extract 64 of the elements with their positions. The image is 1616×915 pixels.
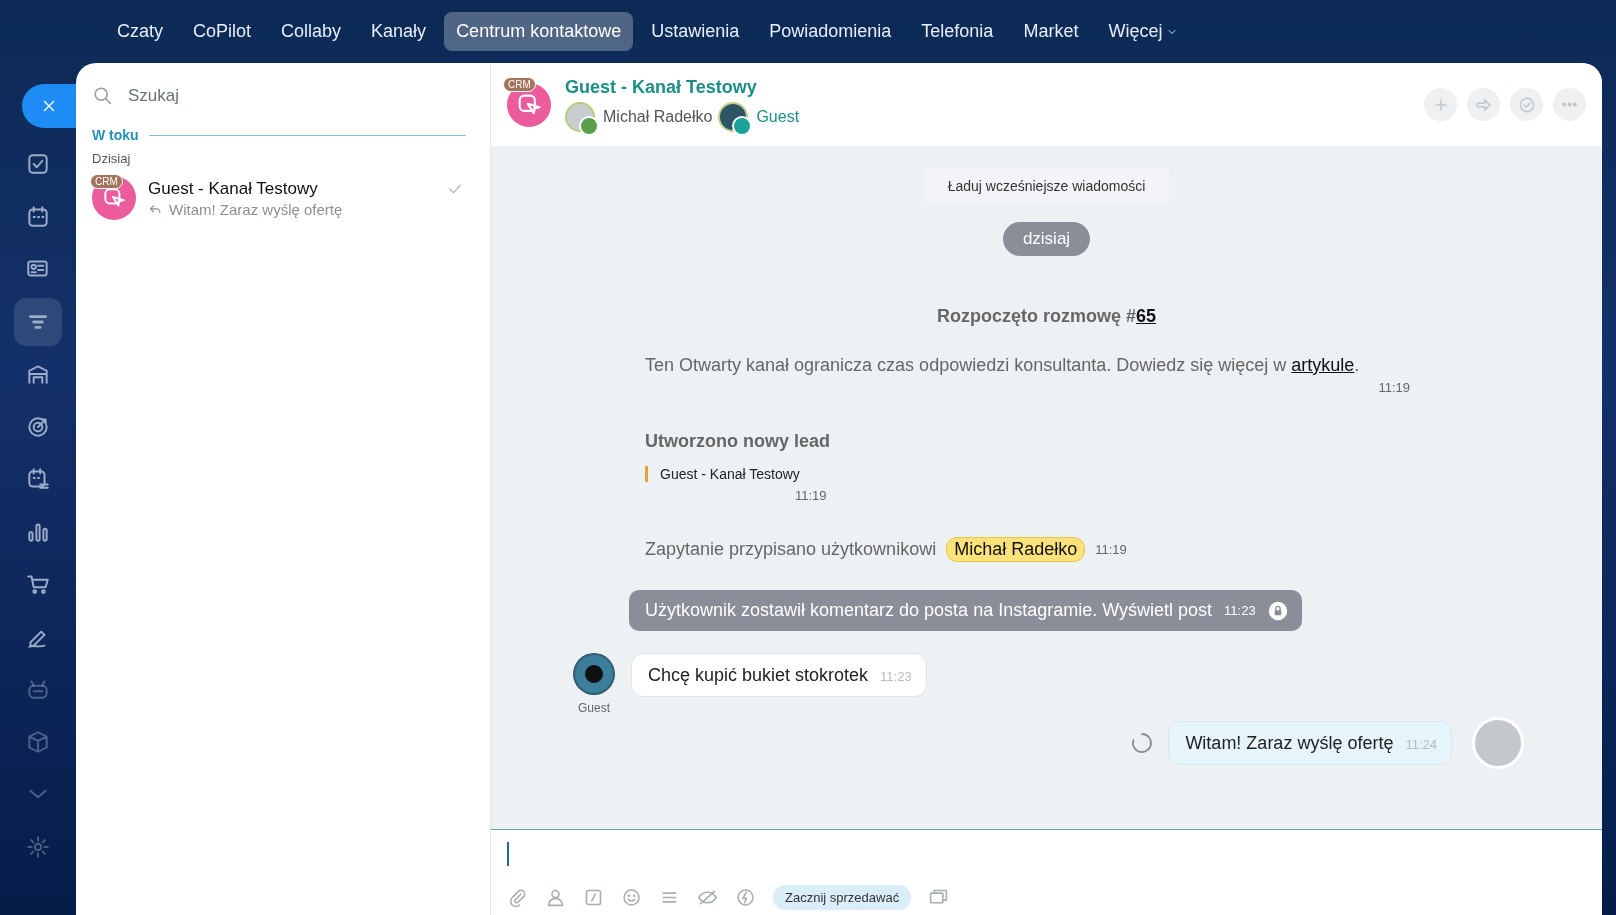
chat-list-item[interactable]: CRM Guest - Kanał Testowy Witam! Zaraz wyślę ofertę xyxy=(92,176,464,220)
message-time: 11:24 xyxy=(1405,737,1437,752)
nav-tab[interactable]: Telefonia xyxy=(909,12,1006,51)
conversation-link[interactable]: 65 xyxy=(1136,306,1157,326)
calendar-icon xyxy=(25,203,51,230)
lock-icon xyxy=(1267,600,1288,621)
add-button[interactable] xyxy=(1424,88,1457,121)
nav-tab[interactable]: CoPilot xyxy=(181,12,264,51)
chat-title: Guest - Kanał Testowy xyxy=(565,77,758,98)
start-selling-button[interactable]: Zacznij sprzedawać xyxy=(773,884,912,910)
settings-icon xyxy=(25,833,51,860)
lead-quote: Guest - Kanał Testowy xyxy=(645,466,830,482)
nav-tab[interactable]: Powiadomienia xyxy=(757,12,904,51)
nav-tab[interactable]: Czaty xyxy=(105,12,175,51)
message-time: 11:23 xyxy=(880,669,912,684)
user-tag: Michał Radełko xyxy=(946,537,1086,562)
message-text: Chcę kupić bukiet stokrotek xyxy=(648,665,869,686)
user-avatar xyxy=(1472,717,1524,769)
search-field[interactable]: Szukaj xyxy=(126,85,430,107)
nav-tab[interactable]: Centrum kontaktowe xyxy=(444,12,634,51)
section-heading: W toku xyxy=(92,127,139,143)
crm-badge: CRM xyxy=(503,76,536,92)
notice-text: Ten Otwarty kanał ogranicza czas odpowiedzi konsultanta. Dowiedz się więcej w artykule. xyxy=(645,355,1361,376)
system-message-text: Użytkownik zostawił komentarz do posta na Instagramie. Wyświetl post xyxy=(645,600,1213,621)
lead-title: Utworzono nowy lead xyxy=(645,431,830,452)
message-time: 11:19 xyxy=(1095,542,1127,557)
last-message: Witam! Zaraz wyślę ofertę xyxy=(169,200,343,218)
more-button[interactable] xyxy=(1553,88,1586,121)
checkbox-icon xyxy=(25,151,51,177)
assignment-text: Zapytanie przypisano użytkownikowi xyxy=(645,539,937,560)
participant-name: Michał Radełko xyxy=(603,108,713,126)
lightning-icon xyxy=(735,886,756,908)
chat-title: Guest - Kanał Testowy xyxy=(148,178,319,199)
box-icon xyxy=(25,728,51,755)
nav-tab[interactable]: Ustawienia xyxy=(639,12,752,51)
smiley-icon xyxy=(621,886,642,908)
nav-tab[interactable]: Kanały xyxy=(359,12,439,51)
smiley-button[interactable] xyxy=(621,886,642,908)
message-input[interactable] xyxy=(491,829,1602,879)
nav-tab[interactable]: Collaby xyxy=(269,12,354,51)
load-earlier-button[interactable]: Ładuj wcześniejsze wiadomości xyxy=(923,168,1170,204)
message-time: 11:19 xyxy=(795,488,828,503)
nav-tab[interactable]: Więcej xyxy=(1096,12,1191,51)
participant-name: Guest xyxy=(756,108,800,126)
forward-button[interactable] xyxy=(1467,88,1500,121)
nav-tab[interactable]: Market xyxy=(1011,12,1091,51)
more-icon xyxy=(1562,102,1577,107)
sidebar-item[interactable] xyxy=(14,297,62,346)
guest-avatar xyxy=(573,653,615,695)
date-pill: dzisiaj xyxy=(1002,222,1091,256)
article-link[interactable]: artykule xyxy=(1291,355,1355,375)
conversation-started-text: Rozpoczęto rozmowę #65 xyxy=(936,306,1157,327)
check-circle-button[interactable] xyxy=(1510,88,1543,121)
search-icon xyxy=(92,85,114,107)
text-cursor xyxy=(507,842,509,866)
message-text: Witam! Zaraz wyślę ofertę xyxy=(1185,733,1394,754)
date-group-label: Dzisiaj xyxy=(92,151,132,166)
message-time: 11:19 xyxy=(1378,380,1410,395)
crm-badge: CRM xyxy=(90,174,123,189)
lightning-button[interactable] xyxy=(735,886,756,908)
message-time: 11:23 xyxy=(1224,603,1256,618)
close-button[interactable] xyxy=(22,84,76,128)
schedule-icon xyxy=(25,466,51,492)
author-name: Guest xyxy=(578,701,610,715)
